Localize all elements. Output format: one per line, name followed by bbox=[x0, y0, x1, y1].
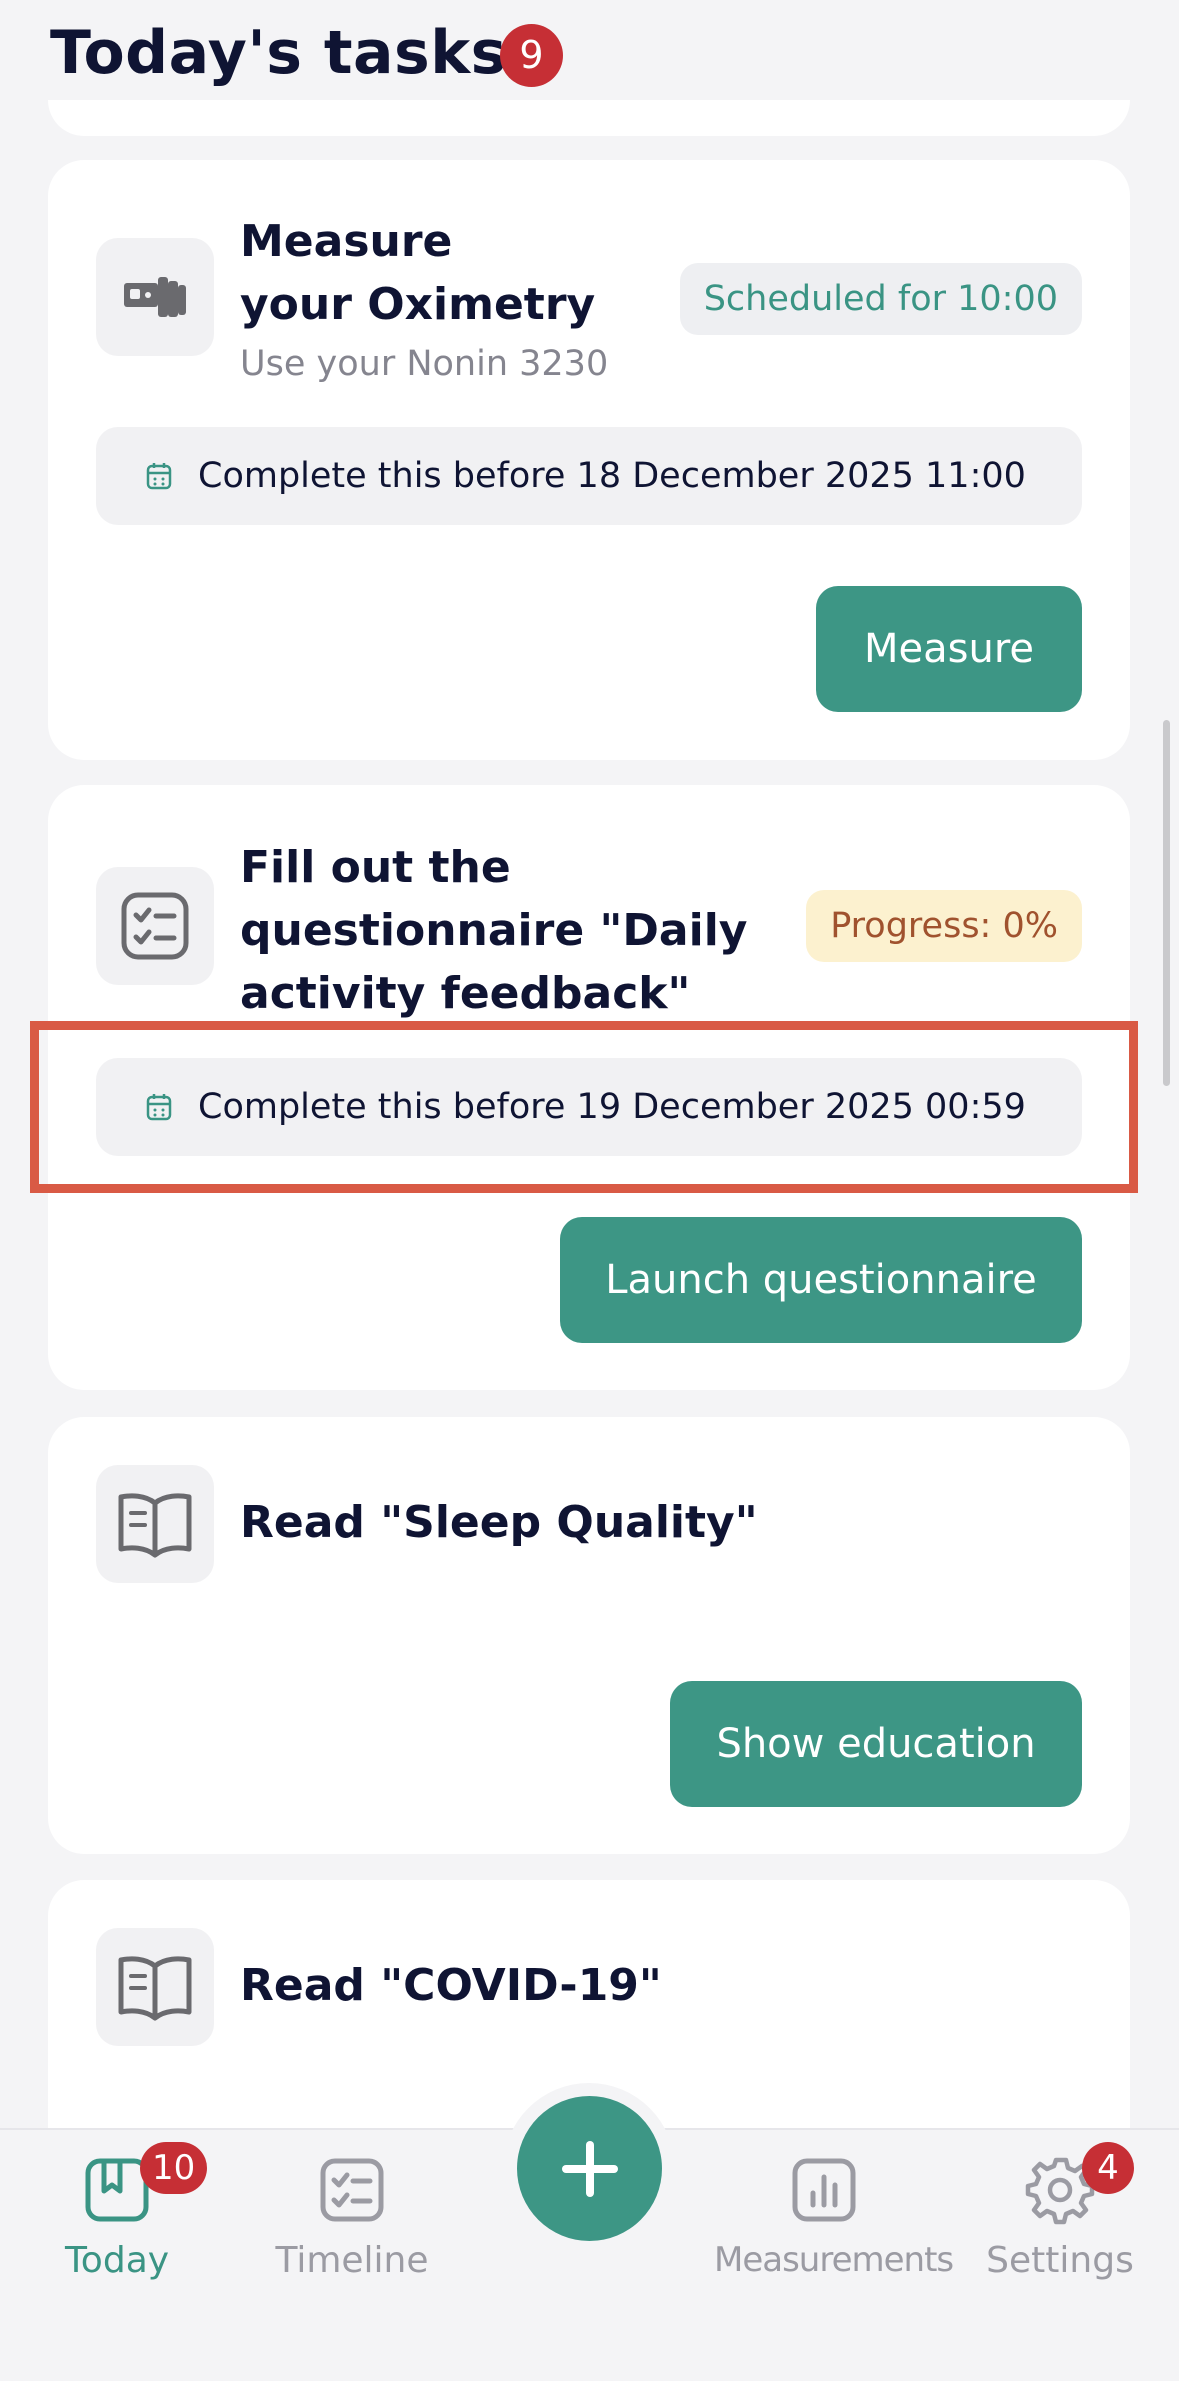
task-subtitle: Use your Nonin 3230 bbox=[240, 344, 609, 384]
show-education-button[interactable]: Show education bbox=[670, 1681, 1082, 1807]
task-title-line: Measure bbox=[240, 216, 453, 267]
nav-timeline-label: Timeline bbox=[275, 2240, 429, 2281]
nav-timeline[interactable]: Timeline bbox=[242, 2150, 462, 2281]
measure-button[interactable]: Measure bbox=[816, 586, 1082, 712]
bar-chart-icon bbox=[714, 2150, 934, 2230]
task-title-line: questionnaire "Daily bbox=[240, 905, 748, 956]
status-badge: Scheduled for 10:00 bbox=[679, 263, 1082, 335]
checklist-icon bbox=[96, 867, 214, 985]
calendar-icon bbox=[146, 463, 172, 490]
book-icon bbox=[96, 1928, 214, 2046]
nav-measurements[interactable]: Measurements bbox=[714, 2150, 954, 2280]
launch-questionnaire-button[interactable]: Launch questionnaire bbox=[560, 1217, 1082, 1343]
deadline-text: Complete this before 18 December 2025 11… bbox=[198, 456, 1026, 496]
gear-icon bbox=[950, 2150, 1170, 2230]
nav-settings-label: Settings bbox=[986, 2240, 1134, 2281]
deadline-banner: Complete this before 18 December 2025 11… bbox=[96, 427, 1082, 525]
nav-measurements-label: Measurements bbox=[714, 2240, 954, 2280]
task-card-oximetry: Measure your Oximetry Use your Nonin 323… bbox=[48, 160, 1130, 760]
task-count-badge: 9 bbox=[500, 24, 563, 87]
scrollbar[interactable] bbox=[1163, 720, 1170, 1086]
highlight-box bbox=[30, 1021, 1138, 1193]
page-header: Today's tasks 9 bbox=[0, 0, 1179, 100]
oximeter-icon bbox=[96, 238, 214, 356]
today-badge: 10 bbox=[140, 2142, 208, 2194]
add-button[interactable] bbox=[517, 2096, 662, 2241]
task-title: Read "COVID-19" bbox=[240, 1960, 662, 2011]
progress-badge: Progress: 0% bbox=[806, 890, 1082, 962]
page-title: Today's tasks bbox=[50, 18, 507, 88]
nav-settings[interactable]: Settings bbox=[950, 2150, 1170, 2281]
task-card-sleep-quality: Read "Sleep Quality" Show education bbox=[48, 1417, 1130, 1854]
checklist-icon bbox=[242, 2150, 462, 2230]
book-icon bbox=[96, 1465, 214, 1583]
plus-icon bbox=[561, 2140, 618, 2197]
task-title-line: activity feedback" bbox=[240, 968, 691, 1019]
nav-today-label: Today bbox=[64, 2240, 170, 2281]
task-title-line: Fill out the bbox=[240, 842, 511, 893]
task-title-line: your Oximetry bbox=[240, 279, 596, 330]
settings-badge: 4 bbox=[1082, 2142, 1134, 2194]
task-title: Read "Sleep Quality" bbox=[240, 1497, 758, 1548]
